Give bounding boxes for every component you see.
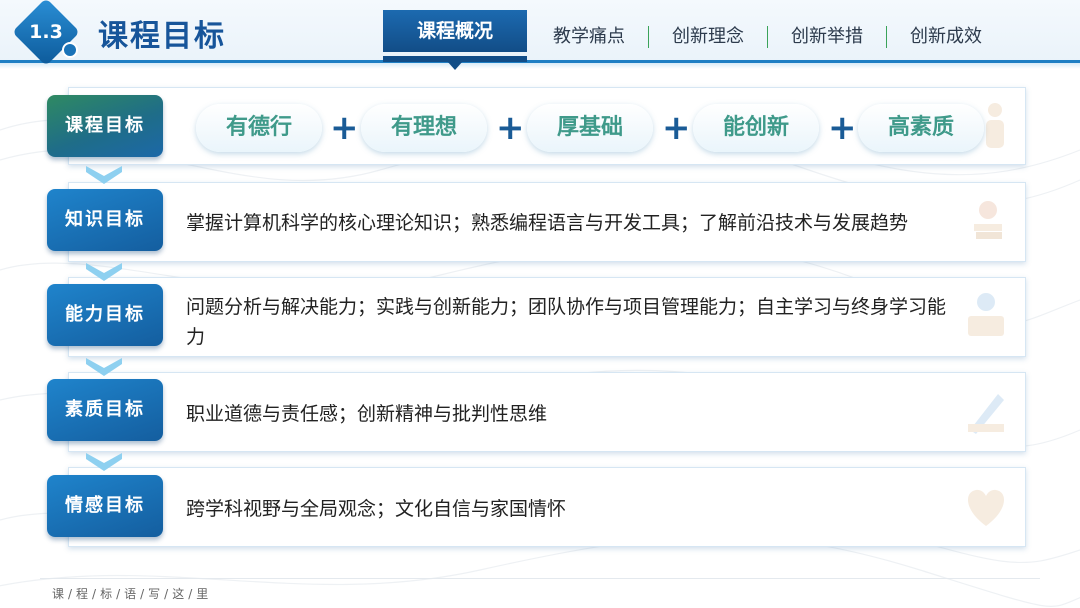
row-label-quality-goal: 素质目标 [47,379,163,441]
footer-divider [40,578,1040,579]
tab-separator [767,26,768,48]
row-label-course-goal: 课程目标 [47,95,163,157]
badge-dot-icon [62,42,78,58]
plus-icon: + [496,108,525,148]
heart-icon [967,489,1005,526]
pill-innovation: 能创新 [693,104,819,152]
tab-separator [886,26,887,48]
quality-goal-text: 职业道德与责任感；创新精神与批判性思维 [186,403,548,425]
row-label-ability-goal: 能力目标 [47,284,163,346]
active-tab-arrow-icon [447,61,463,70]
pill-virtue: 有德行 [196,104,322,152]
plus-icon: + [330,108,359,148]
chevron-down-icon [86,263,122,281]
chevron-down-icon [86,166,122,184]
tab-course-overview[interactable]: 课程概况 [383,10,527,52]
tab-innovation-results[interactable]: 创新成效 [910,22,982,48]
pill-foundation: 厚基础 [527,104,653,152]
ability-goal-text: 问题分析与解决能力；实践与创新能力；团队协作与项目管理能力；自主学习与终身学习能… [186,296,947,348]
header-divider [0,60,1080,63]
chevron-down-icon [86,453,122,471]
emotion-goal-text: 跨学科视野与全局观念；文化自信与家国情怀 [186,498,567,520]
tab-innovation-measures[interactable]: 创新举措 [791,22,863,48]
plus-icon: + [662,108,691,148]
pill-quality: 高素质 [858,104,984,152]
reader-icon [968,293,1004,336]
tab-separator [648,26,649,48]
page-title: 课程目标 [98,19,226,54]
plus-icon: + [828,108,857,148]
footer-slogan: 课/程/标/语/写/这/里 [52,587,213,601]
pill-ideal: 有理想 [361,104,487,152]
header-shadow [0,63,1080,69]
tab-teaching-pain-points[interactable]: 教学痛点 [553,22,625,48]
apple-books-icon [974,201,1002,239]
chevron-down-icon [86,358,122,376]
row-label-knowledge-goal: 知识目标 [47,189,163,251]
knowledge-goal-text: 掌握计算机科学的核心理论知识；熟悉编程语言与开发工具；了解前沿技术与发展趋势 [186,212,909,234]
tab-innovation-concept[interactable]: 创新理念 [672,22,744,48]
row-label-emotion-goal: 情感目标 [47,475,163,537]
pencil-ruler-icon [968,394,1004,434]
